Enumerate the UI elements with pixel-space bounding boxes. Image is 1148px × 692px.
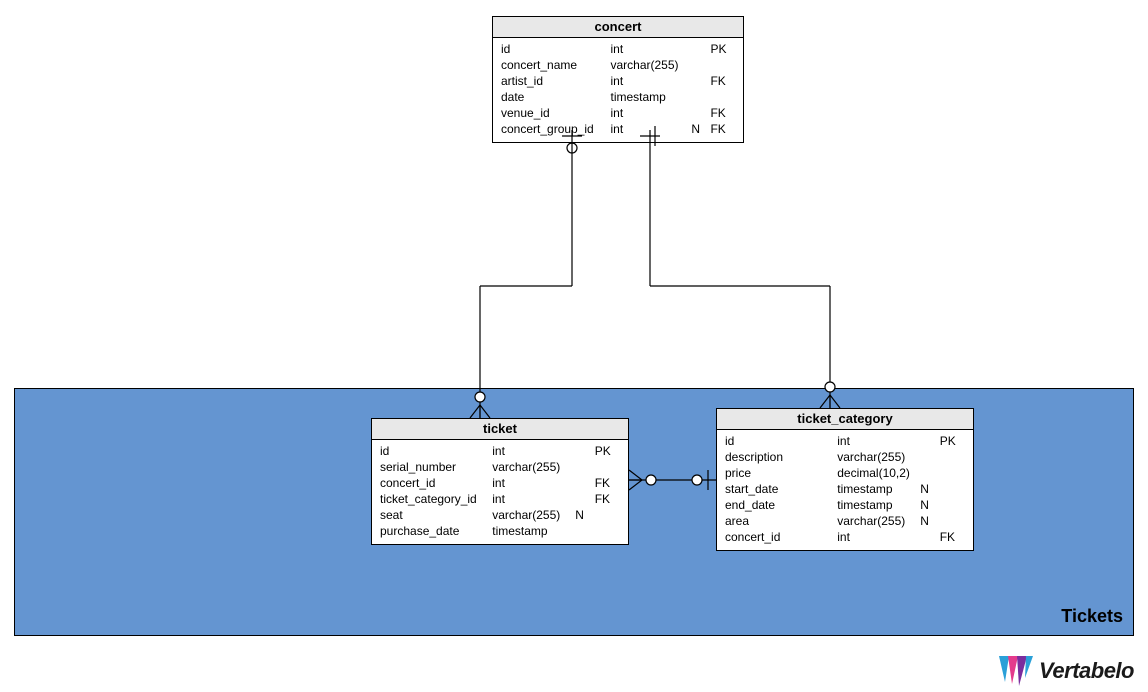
column-row: concert_group_idintNFK	[499, 121, 737, 137]
rel-concert-ticket-category-lines	[640, 130, 840, 408]
column-row: purchase_datetimestamp	[378, 523, 622, 539]
entity-ticket[interactable]: ticket idintPKserial_numbervarchar(255)c…	[371, 418, 629, 545]
column-row: idintPK	[499, 41, 737, 57]
entity-columns: idintPKconcert_namevarchar(255)artist_id…	[499, 41, 737, 137]
column-row: end_datetimestampN	[723, 497, 967, 513]
column-row: areavarchar(255)N	[723, 513, 967, 529]
entity-ticket-category[interactable]: ticket_category idintPKdescriptionvarcha…	[716, 408, 974, 551]
column-row: pricedecimal(10,2)	[723, 465, 967, 481]
entity-columns: idintPKdescriptionvarchar(255)pricedecim…	[723, 433, 967, 545]
entity-title: ticket_category	[717, 409, 973, 430]
subject-area-label: Tickets	[1061, 606, 1123, 627]
column-row: ticket_category_idintFK	[378, 491, 622, 507]
column-row: idintPK	[378, 443, 622, 459]
column-row: seatvarchar(255)N	[378, 507, 622, 523]
column-row: datetimestamp	[499, 89, 737, 105]
column-row: start_datetimestampN	[723, 481, 967, 497]
entity-title: ticket	[372, 419, 628, 440]
entity-title: concert	[493, 17, 743, 38]
column-row: concert_idintFK	[723, 529, 967, 545]
entity-concert[interactable]: concert idintPKconcert_namevarchar(255)a…	[492, 16, 744, 143]
vertabelo-logo-text: Vertabelo	[1039, 658, 1134, 684]
entity-columns: idintPKserial_numbervarchar(255)concert_…	[378, 443, 622, 539]
column-row: descriptionvarchar(255)	[723, 449, 967, 465]
vertabelo-logo: Vertabelo	[999, 656, 1134, 686]
column-row: concert_namevarchar(255)	[499, 57, 737, 73]
vertabelo-logo-icon	[999, 656, 1033, 686]
column-row: venue_idintFK	[499, 105, 737, 121]
rel-concert-ticket	[470, 130, 582, 418]
column-row: idintPK	[723, 433, 967, 449]
column-row: serial_numbervarchar(255)	[378, 459, 622, 475]
column-row: artist_idintFK	[499, 73, 737, 89]
column-row: concert_idintFK	[378, 475, 622, 491]
